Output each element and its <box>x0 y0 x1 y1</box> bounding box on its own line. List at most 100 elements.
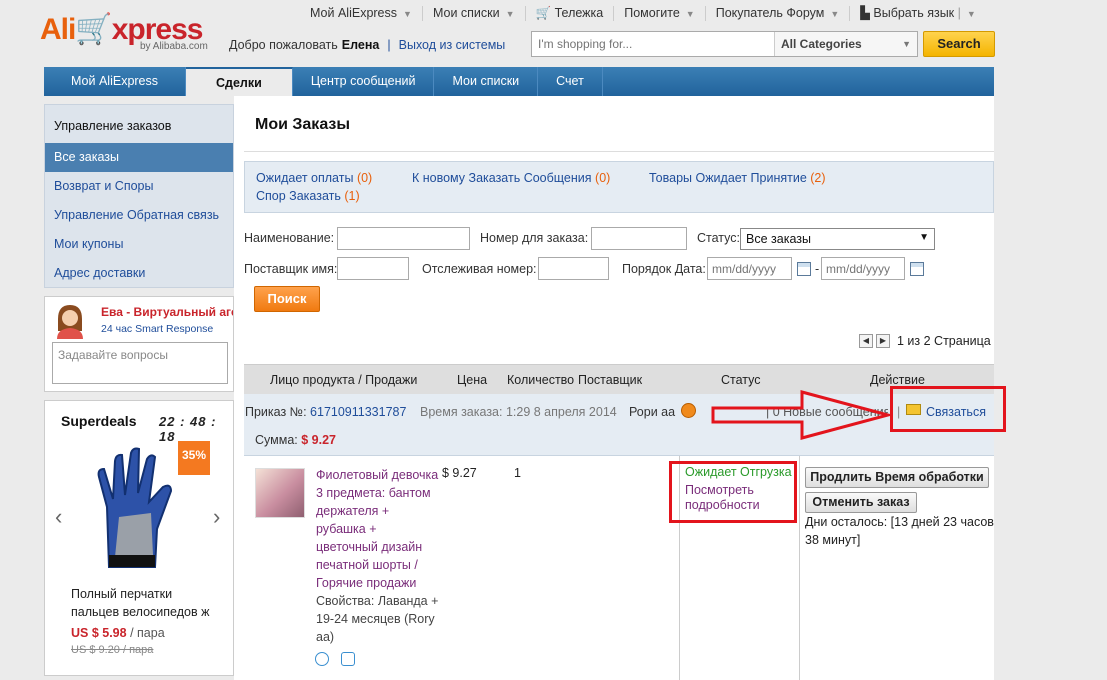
chevron-down-icon: ▼ <box>830 9 840 19</box>
chevron-down-icon: ▼ <box>902 39 911 49</box>
seller-name[interactable]: Рори аа <box>629 405 675 419</box>
pagination: ◀ ▶ 1 из 2 Страница <box>859 334 991 348</box>
order-time: Время заказа: 1:29 8 апреля 2014 <box>420 405 617 419</box>
calendar-icon[interactable] <box>797 262 811 276</box>
welcome-bar: Добро пожаловать Елена | Выход из системы <box>229 38 506 52</box>
annotation-status-box <box>669 461 797 523</box>
order-summary-box: Ожидает оплаты (0) К новому Заказать Соо… <box>244 161 994 213</box>
tab-my-lists[interactable]: Мои списки <box>434 67 539 96</box>
agent-name: Ева - Виртуальный агент <box>101 305 233 319</box>
logo-subtitle: by Alibaba.com <box>140 41 208 52</box>
calendar-icon[interactable] <box>910 262 924 276</box>
date-dash: - <box>815 262 820 276</box>
supplier-label: Поставщик имя: <box>244 262 338 276</box>
deal-product-name[interactable]: Полный перчатки пальцев велосипедов ж <box>71 585 221 621</box>
discount-badge: 35% <box>178 441 210 475</box>
seller-chat-icon[interactable] <box>681 403 696 418</box>
annotation-arrow-icon <box>711 390 892 440</box>
chevron-down-icon: ▼ <box>685 9 695 19</box>
divider <box>244 151 994 152</box>
name-label: Наименование: <box>244 231 335 245</box>
chevron-down-icon: ▼ <box>403 9 412 19</box>
item-quantity: 1 <box>514 466 521 480</box>
prev-page-icon[interactable]: ◀ <box>859 334 873 348</box>
product-name-link[interactable]: Фиолетовый девочка 3 предмета: бантом де… <box>316 466 440 592</box>
tab-my-aliexpress[interactable]: Мой AliExpress <box>44 67 187 96</box>
tab-message-center[interactable]: Центр сообщений <box>293 67 435 96</box>
date-to-input[interactable] <box>821 257 905 280</box>
status-label: Статус: <box>697 231 740 245</box>
summary-new-messages[interactable]: К новому Заказать Сообщения (0) <box>412 171 610 185</box>
topnav-my-aliexpress[interactable]: Мой AliExpress ▼ <box>300 6 423 21</box>
filter-search-button[interactable]: Поиск <box>254 286 320 312</box>
cancel-order-button[interactable]: Отменить заказ <box>805 492 917 513</box>
product-thumbnail[interactable] <box>255 468 305 518</box>
search-input[interactable] <box>532 32 774 56</box>
chevron-left-icon[interactable]: ‹ <box>55 504 62 530</box>
sidebar-item-all-orders[interactable]: Все заказы <box>45 143 233 172</box>
days-left: Дни осталось: [13 дней 23 часов 38 минут… <box>805 515 994 547</box>
virtual-agent-panel: Ева - Виртуальный агент 24 час Smart Res… <box>44 296 234 392</box>
sidebar: Управление заказов Все заказы Возврат и … <box>44 104 234 288</box>
divider <box>799 456 800 680</box>
topnav-language[interactable]: ▙ Выбрать язык | ▼ <box>850 6 986 21</box>
summary-disputes[interactable]: Спор Заказать (1) <box>256 189 360 203</box>
glove-image[interactable] <box>89 447 189 572</box>
sidebar-item-address[interactable]: Адрес доставки <box>45 259 233 288</box>
category-select[interactable]: All Categories ▼ <box>774 32 917 56</box>
date-from-input[interactable] <box>707 257 792 280</box>
sidebar-heading: Управление заказов <box>54 119 172 133</box>
topnav-my-lists[interactable]: Мои списки ▼ <box>423 6 526 21</box>
top-navigation: Мой AliExpress ▼ Мои списки ▼ 🛒 Тележка По… <box>300 6 986 21</box>
annotation-contact-box <box>890 386 1006 432</box>
col-supplier: Поставщик <box>578 373 643 387</box>
date-label: Порядок Дата: <box>622 262 706 276</box>
order-number-input[interactable] <box>591 227 687 250</box>
user-name: Елена <box>341 38 380 52</box>
sidebar-item-feedback[interactable]: Управление Обратная связь <box>45 201 233 230</box>
sidebar-item-returns[interactable]: Возврат и Споры <box>45 172 233 201</box>
cart-icon: 🛒 <box>535 6 552 20</box>
col-status: Статус <box>721 373 761 387</box>
superdeals-title: Superdeals <box>61 413 137 429</box>
logout-link[interactable]: Выход из системы <box>399 38 506 52</box>
chevron-down-icon: ▼ <box>505 9 515 19</box>
tab-deals[interactable]: Сделки <box>186 67 293 96</box>
chevron-right-icon[interactable]: › <box>213 504 220 530</box>
status-select[interactable]: Все заказы ▼ <box>740 228 935 250</box>
topnav-cart[interactable]: 🛒 Тележка <box>526 6 615 21</box>
language-icon: ▙ <box>860 6 870 20</box>
summary-awaiting-payment[interactable]: Ожидает оплаты (0) <box>256 171 372 185</box>
tracking-input[interactable] <box>538 257 609 280</box>
deal-price: US $ 5.98 / пара <box>71 626 165 640</box>
tab-account[interactable]: Счет <box>538 67 603 96</box>
superdeals-timer: 22 : 48 : 18 <box>159 414 217 444</box>
main-navigation: Мой AliExpress Сделки Центр сообщений Мо… <box>44 67 994 96</box>
refresh-icon[interactable] <box>341 652 355 666</box>
col-price: Цена <box>457 373 488 387</box>
topnav-help[interactable]: Помогите ▼ <box>614 6 706 21</box>
search-button[interactable]: Search <box>923 31 995 57</box>
page-indicator: 1 из 2 Страница <box>897 334 991 348</box>
deal-old-price: US $ 9.20 / пара <box>71 644 154 656</box>
search-bar: All Categories▼ <box>531 31 918 57</box>
order-sum: Сумма: $ 9.27 <box>255 433 336 447</box>
agent-question-input[interactable]: Задавайте вопросы <box>52 342 228 384</box>
cart-logo-icon: 🛒 <box>75 13 112 46</box>
clock-icon[interactable] <box>315 652 329 666</box>
order-number-label: Номер для заказа: <box>480 231 589 245</box>
tracking-label: Отслеживая номер: <box>422 262 537 276</box>
order-number-link[interactable]: 61710911331787 <box>310 405 406 419</box>
name-input[interactable] <box>337 227 470 250</box>
extend-processing-button[interactable]: Продлить Время обработки <box>805 467 989 488</box>
sidebar-item-coupons[interactable]: Мои купоны <box>45 230 233 259</box>
col-action: Действие <box>870 373 925 387</box>
supplier-input[interactable] <box>337 257 409 280</box>
topnav-forum[interactable]: Покупатель Форум ▼ <box>706 6 851 21</box>
chevron-down-icon: ▼ <box>966 9 976 19</box>
next-page-icon[interactable]: ▶ <box>876 334 890 348</box>
summary-awaiting-acceptance[interactable]: Товары Ожидает Принятие (2) <box>649 171 826 185</box>
agent-avatar-icon <box>57 305 83 339</box>
chevron-down-icon: ▼ <box>919 232 929 243</box>
product-properties: Свойства: Лаванда + 19-24 месяцев (Rory … <box>316 594 439 644</box>
